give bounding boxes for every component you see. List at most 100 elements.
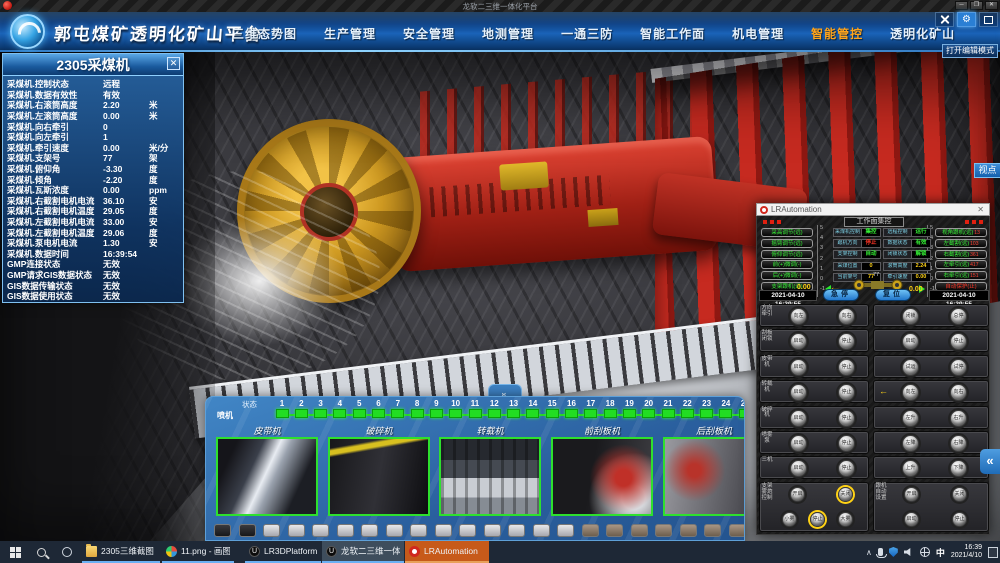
lr-ctl-button[interactable]: 启动 [790,460,807,477]
lr-group-button[interactable]: 开启 [904,487,919,502]
strip-thumb-6[interactable] [337,524,354,537]
strip-thumb-13[interactable] [508,524,525,537]
lr-close-icon[interactable]: ✕ [975,205,986,214]
lr-group-button[interactable]: 停止 [952,512,967,527]
panel-close-icon[interactable]: ✕ [167,57,180,70]
notification-icon[interactable] [988,547,998,558]
lr-group-button[interactable]: 停止 [810,512,825,527]
strip-thumb-5[interactable] [312,524,329,537]
support-status-22[interactable] [681,409,694,418]
support-status-8[interactable] [411,409,424,418]
camera-thumb-5[interactable] [663,437,745,516]
support-status-18[interactable] [604,409,617,418]
camera-thumb-1[interactable] [216,437,318,516]
lr-ctl-button[interactable]: 启动 [790,435,807,452]
support-status-9[interactable] [430,409,443,418]
taskbar-item-4[interactable]: 龙软二三维一体化... [322,541,404,563]
strip-thumb-22[interactable] [729,524,746,537]
support-status-16[interactable] [565,409,578,418]
gear-icon[interactable]: ⚙ [957,12,976,27]
minimize-button[interactable]: ─ [955,1,968,10]
reset-button[interactable]: 复位 [875,289,911,301]
lr-group-button[interactable]: 关闭 [952,487,967,502]
support-status-5[interactable] [353,409,366,418]
support-status-20[interactable] [642,409,655,418]
strip-thumb-20[interactable] [680,524,697,537]
lr-left-button-2[interactable]: 摇臂调节(远) [761,239,813,248]
taskbar-item-1[interactable]: 2305三维截图 [82,541,160,563]
estop-button[interactable]: 急停 [823,289,859,301]
nav-item-6[interactable]: 智能工作面 [640,25,705,42]
support-status-6[interactable] [372,409,385,418]
nav-item-1[interactable]: 三维态势图 [232,25,297,42]
nav-item-9[interactable]: 透明化矿山 [890,25,955,42]
camera-thumb-3[interactable] [439,437,541,516]
lr-ctl-button[interactable]: 右升 [950,410,967,427]
network-icon[interactable] [920,547,930,557]
lr-group-button[interactable]: 大雾 [838,512,853,527]
close-button[interactable]: ✕ [985,1,998,10]
volume-icon[interactable] [904,548,914,557]
lr-right-button-5[interactable]: 右牵引(远)151 [935,271,987,280]
strip-thumb-14[interactable] [533,524,550,537]
viewpoint-tab[interactable]: 视点 [974,163,1000,178]
taskbar-item-5[interactable]: LRAutomation [405,541,489,563]
lr-ctl-button[interactable]: 启动 [902,333,919,350]
cortana-button[interactable] [60,545,74,559]
taskbar-item-3[interactable]: LR3DPlatform - U... [245,541,321,563]
strip-thumb-17[interactable] [606,524,623,537]
lr-ctl-button[interactable]: 停止 [838,460,855,477]
strip-thumb-12[interactable] [484,524,501,537]
lr-ctl-button[interactable]: 启动 [790,410,807,427]
support-status-17[interactable] [584,409,597,418]
lr-ctl-button[interactable]: 总停 [950,308,967,325]
support-status-12[interactable] [488,409,501,418]
support-status-24[interactable] [719,409,732,418]
lr-ctl-button[interactable]: 下降 [950,460,967,477]
tools-icon[interactable] [935,12,954,27]
nav-item-8[interactable]: 智能管控 [811,25,863,42]
lr-titlebar[interactable]: LRAutomation ✕ [756,203,990,216]
microphone-icon[interactable] [878,548,883,556]
lr-ctl-button[interactable]: 停止 [838,435,855,452]
ime-indicator[interactable]: 中 [936,546,945,559]
strip-thumb-3[interactable] [263,524,280,537]
lr-ctl-button[interactable]: 向右 [950,384,967,401]
lr-right-button-2[interactable]: 左截割(远)103 [935,239,987,248]
support-status-25[interactable] [739,409,745,418]
lr-right-button-3[interactable]: 右截割(远)361 [935,250,987,259]
support-status-10[interactable] [449,409,462,418]
strip-thumb-9[interactable] [410,524,427,537]
lr-ctl-button[interactable]: 启动 [790,384,807,401]
strip-thumb-21[interactable] [704,524,721,537]
nav-item-7[interactable]: 机电管理 [732,25,784,42]
strip-thumb-8[interactable] [386,524,403,537]
lr-ctl-button[interactable]: 右降 [950,435,967,452]
lr-ctl-button[interactable]: 向左 [790,308,807,325]
security-shield-icon[interactable] [889,547,898,557]
start-button[interactable] [8,545,22,559]
strip-thumb-15[interactable] [557,524,574,537]
support-status-14[interactable] [526,409,539,418]
workface-control-tab[interactable]: 工作面集控 [844,217,904,227]
lr-ctl-button[interactable]: 左升 [902,410,919,427]
lr-group-button[interactable]: 开启 [790,487,805,502]
camera-thumb-4[interactable] [551,437,653,516]
support-status-13[interactable] [507,409,520,418]
lr-ctl-button[interactable]: 停止 [838,333,855,350]
strip-thumb-16[interactable] [582,524,599,537]
lr-ctl-button[interactable]: 启动 [790,333,807,350]
lr-left-button-3[interactable]: 俯仰调节(远) [761,250,813,259]
nav-item-2[interactable]: 生产管理 [324,25,376,42]
fit-screen-icon[interactable] [979,12,998,27]
lr-ctl-button[interactable]: 试停 [950,359,967,376]
strip-thumb-11[interactable] [459,524,476,537]
nav-item-3[interactable]: 安全管理 [403,25,455,42]
support-status-1[interactable] [276,409,289,418]
lr-group-button[interactable]: 小雾 [782,512,797,527]
lr-ctl-button[interactable]: 停止 [950,333,967,350]
support-status-3[interactable] [314,409,327,418]
support-status-2[interactable] [295,409,308,418]
lr-ctl-button[interactable]: 左降 [902,435,919,452]
support-status-23[interactable] [700,409,713,418]
